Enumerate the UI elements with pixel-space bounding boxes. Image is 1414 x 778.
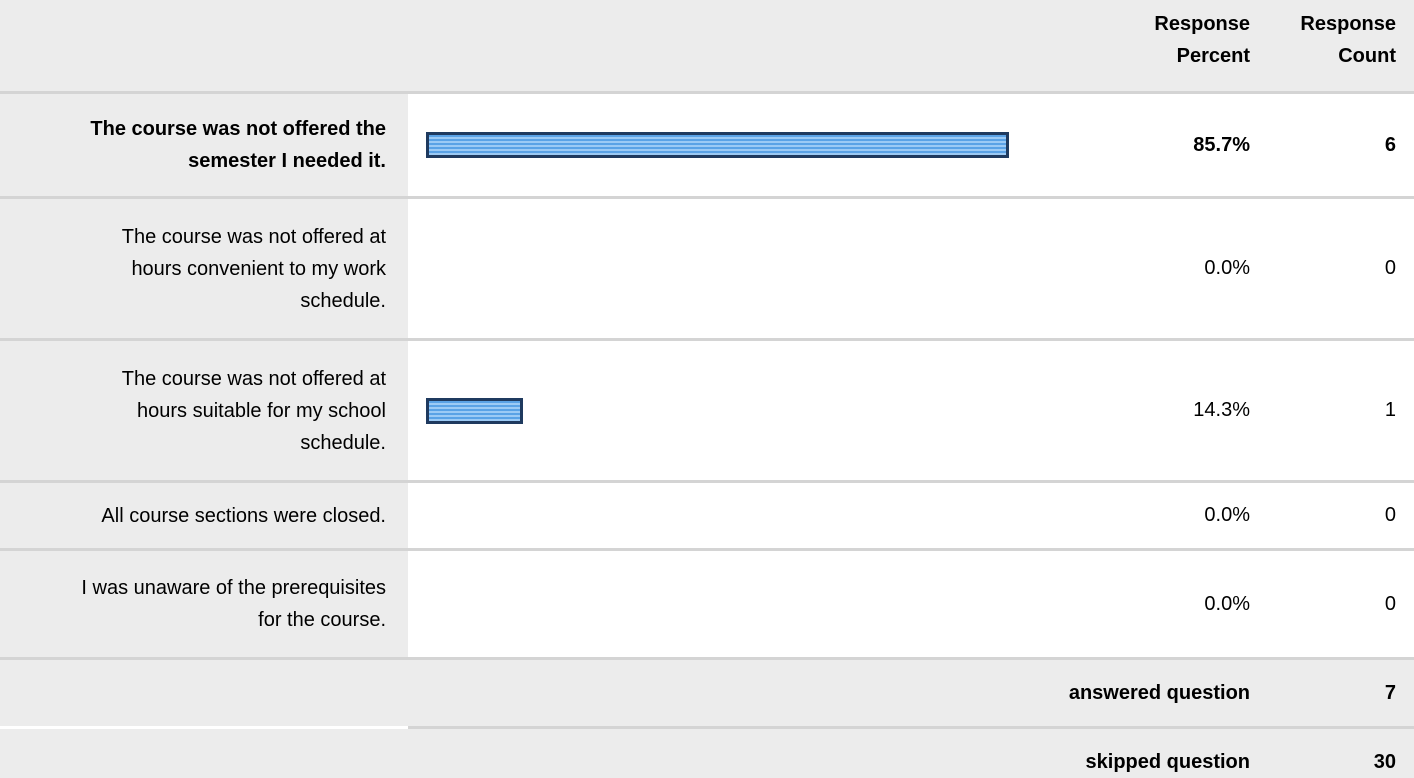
answered-row: answered question 7 — [0, 660, 1414, 726]
bar-cell — [408, 199, 1414, 338]
answer-label-line: The course was not offered the — [90, 118, 386, 140]
response-count: 0 — [1384, 257, 1396, 279]
skipped-row: skipped question 30 — [0, 729, 1414, 778]
response-count-header-line2: Count — [1338, 45, 1396, 67]
answer-label-line: I was unaware of the prerequisites — [81, 577, 386, 599]
table-row: All course sections were closed. 0.0% 0 — [0, 483, 1414, 548]
answer-label-line: All course sections were closed. — [101, 504, 386, 527]
response-count: 0 — [1384, 504, 1396, 526]
response-count: 6 — [1384, 133, 1396, 156]
response-percent: 0.0% — [1204, 504, 1250, 526]
answer-label-line: The course was not offered at — [121, 225, 386, 248]
bar-cell — [408, 551, 1414, 657]
response-bar — [426, 132, 1009, 158]
table-row: The course was not offered at hours suit… — [0, 341, 1414, 480]
bar-cell — [408, 94, 1414, 196]
answered-question-label: answered question — [1068, 681, 1250, 704]
response-count: 1 — [1384, 399, 1396, 421]
answered-question-count: 7 — [1384, 681, 1396, 704]
response-percent-header-line2: Percent — [1176, 45, 1250, 67]
answer-label: The course was not offered at hours conv… — [0, 199, 408, 338]
answer-label: The course was not offered the semester … — [0, 94, 408, 196]
answer-label-line: The course was not offered at — [121, 367, 386, 390]
response-count: 0 — [1384, 592, 1396, 615]
response-count-header: Response Count — [1270, 8, 1396, 72]
answer-label-line: semester I needed it. — [188, 150, 386, 172]
response-percent-header-line1: Response — [1154, 13, 1250, 35]
response-percent: 0.0% — [1204, 257, 1250, 279]
response-percent: 14.3% — [1193, 399, 1250, 421]
table-row: The course was not offered the semester … — [0, 94, 1414, 196]
bar-cell — [408, 341, 1414, 480]
skipped-question-label: skipped question — [1085, 751, 1250, 773]
response-bar — [426, 397, 523, 424]
table-row: The course was not offered at hours conv… — [0, 199, 1414, 338]
response-percent: 85.7% — [1193, 133, 1250, 156]
bar-cell — [408, 483, 1414, 548]
answer-label: The course was not offered at hours suit… — [0, 341, 408, 480]
answer-label: I was unaware of the prerequisites for t… — [0, 551, 408, 657]
response-percent: 0.0% — [1204, 592, 1250, 615]
table-row: I was unaware of the prerequisites for t… — [0, 551, 1414, 657]
table-header: Response Percent Response Count — [0, 0, 1414, 91]
answer-label-line: for the course. — [258, 609, 386, 631]
answer-label: All course sections were closed. — [0, 483, 408, 548]
response-percent-header: Response Percent — [1110, 8, 1250, 72]
answer-label-line: hours suitable for my school — [136, 399, 386, 422]
answer-label-line: schedule. — [300, 289, 386, 312]
skipped-question-count: 30 — [1373, 751, 1396, 773]
answer-label-line: hours convenient to my work — [131, 257, 386, 280]
response-count-header-line1: Response — [1300, 13, 1396, 35]
answer-label-line: schedule. — [300, 431, 386, 454]
